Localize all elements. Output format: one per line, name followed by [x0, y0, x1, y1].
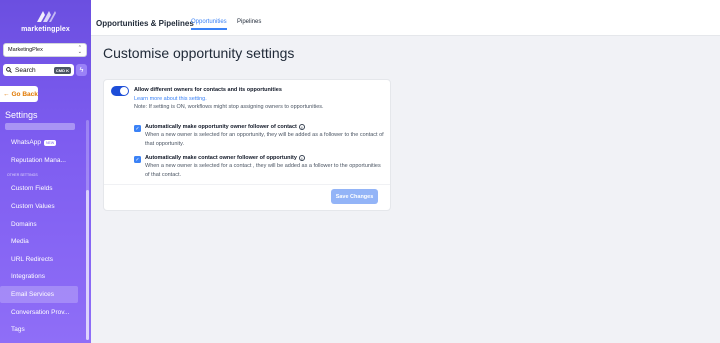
account-name: MarketingPlex — [8, 47, 43, 53]
sidebar-title: Settings — [5, 110, 38, 120]
brand-logo[interactable]: marketingplex — [0, 8, 91, 33]
brand-name: marketingplex — [21, 26, 70, 33]
quick-action-button[interactable]: ϟ — [76, 64, 87, 76]
sidebar-item-domains[interactable]: Domains — [0, 215, 85, 233]
save-changes-button[interactable]: Save Changes — [331, 189, 378, 204]
search-icon — [6, 67, 12, 73]
page-title: Customise opportunity settings — [103, 45, 295, 61]
sidebar-item-tags[interactable]: Tags — [0, 321, 85, 339]
search-label: Search — [15, 66, 36, 74]
checkmark-icon: ✓ — [135, 156, 140, 163]
page-header-title: Opportunities & Pipelines — [96, 19, 194, 28]
go-back-button[interactable]: ← Go Back — [0, 86, 38, 102]
go-back-label: Go Back — [11, 90, 38, 98]
info-icon[interactable]: i — [298, 155, 305, 161]
opportunity-follower-checkbox[interactable]: ✓ — [134, 125, 141, 132]
learn-more-link[interactable]: Learn more about this setting. — [134, 96, 207, 102]
sidebar-item-reputation[interactable]: Reputation Mana... — [0, 152, 85, 170]
arrow-left-icon: ← — [3, 90, 10, 98]
contact-follower-title: Automatically make contact owner followe… — [145, 155, 305, 161]
owners-toggle[interactable] — [111, 86, 129, 96]
sidebar-scrollbar-thumb[interactable] — [86, 190, 89, 340]
chevron-updown-icon: ⌃ ⌄ — [77, 45, 82, 55]
toggle-title: Allow different owners for contacts and … — [134, 87, 282, 93]
sidebar-item-label: Media — [11, 238, 29, 246]
sidebar-item-custom-fields[interactable]: Custom Fields — [0, 180, 85, 198]
sidebar-item-label: Reputation Mana... — [11, 156, 66, 164]
checkbox-label: Automatically make contact owner followe… — [145, 155, 297, 161]
account-switcher[interactable]: MarketingPlex ⌃ ⌄ — [3, 43, 87, 57]
sidebar-item-email-services[interactable]: Email Services — [0, 285, 78, 304]
sidebar: marketingplex MarketingPlex ⌃ ⌄ Search CM… — [0, 0, 91, 343]
tab-pipelines[interactable]: Pipelines — [237, 19, 261, 28]
toggle-knob — [120, 87, 128, 95]
sidebar-item-label: Conversation Prov... — [11, 308, 70, 316]
sidebar-nav: WhatsApp NEW Reputation Mana... OTHER SE… — [0, 123, 85, 339]
checkbox-label: Automatically make opportunity owner fol… — [145, 124, 297, 130]
checkmark-icon: ✓ — [135, 125, 140, 132]
sidebar-section-label: OTHER SETTINGS — [7, 172, 38, 177]
top-header: Opportunities & Pipelines Opportunities … — [91, 0, 720, 36]
opportunity-follower-title: Automatically make opportunity owner fol… — [145, 124, 305, 130]
opportunity-follower-desc: When a new owner is selected for an oppo… — [145, 132, 384, 147]
settings-card: Allow different owners for contacts and … — [103, 79, 391, 211]
sidebar-item-media[interactable]: Media — [0, 233, 85, 251]
card-divider — [104, 184, 390, 185]
sidebar-item-label: Domains — [11, 220, 37, 228]
lightning-icon: ϟ — [79, 66, 84, 74]
sidebar-item-conversation-providers[interactable]: Conversation Prov... — [0, 303, 85, 321]
sidebar-item-label: Custom Values — [11, 203, 55, 211]
sidebar-item-whatsapp[interactable]: WhatsApp NEW — [0, 134, 85, 152]
tab-opportunities[interactable]: Opportunities — [191, 19, 227, 30]
contact-follower-desc: When a new owner is selected for a conta… — [145, 163, 381, 178]
shortcut-badge: CMD K — [53, 66, 71, 74]
new-badge: NEW — [44, 139, 57, 146]
sidebar-item-custom-values[interactable]: Custom Values — [0, 198, 85, 216]
logo-icon — [36, 11, 56, 22]
sidebar-item-partial[interactable] — [5, 123, 75, 130]
info-icon[interactable]: i — [298, 124, 305, 130]
sidebar-item-label: Integrations — [11, 273, 45, 281]
sidebar-item-integrations[interactable]: Integrations — [0, 268, 85, 286]
toggle-note: Note: If setting is ON, workflows might … — [134, 104, 324, 110]
sidebar-item-url-redirects[interactable]: URL Redirects — [0, 251, 85, 269]
search-row: Search CMD K ϟ — [3, 64, 87, 76]
sidebar-item-label: WhatsApp — [11, 139, 41, 147]
search-input[interactable]: Search CMD K — [3, 64, 74, 76]
sidebar-item-label: Custom Fields — [11, 185, 53, 193]
sidebar-item-label: URL Redirects — [11, 255, 54, 263]
contact-follower-checkbox[interactable]: ✓ — [134, 156, 141, 163]
sidebar-item-label: Tags — [11, 326, 25, 334]
sidebar-item-label: Email Services — [11, 291, 54, 299]
